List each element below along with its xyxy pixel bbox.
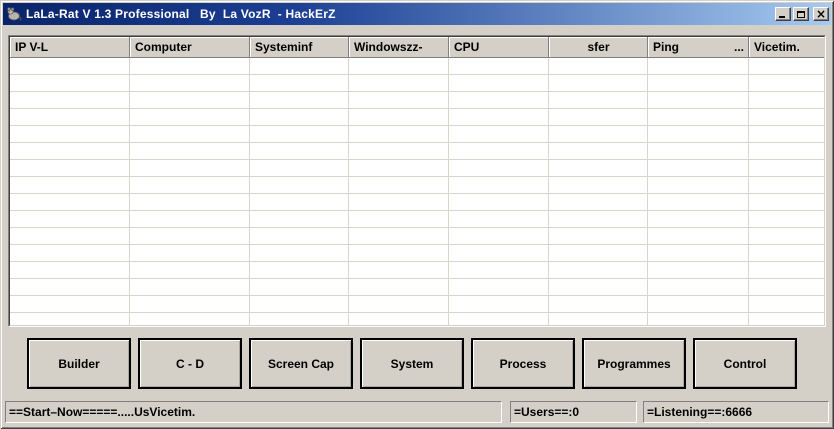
minimize-icon <box>779 16 785 18</box>
app-window: LaLa-Rat V 1.3 Professional By La VozR -… <box>0 0 834 429</box>
grid-column-line <box>648 58 749 325</box>
window-controls: × <box>775 7 829 21</box>
grid-column-lines <box>10 58 824 325</box>
minimize-button[interactable] <box>775 7 791 21</box>
titlebar[interactable]: LaLa-Rat V 1.3 Professional By La VozR -… <box>3 3 831 25</box>
column-header-sfer[interactable]: sfer <box>549 37 648 58</box>
grid-column-line <box>250 58 349 325</box>
action-button-row: Builder C - D Screen Cap System Process … <box>27 338 797 389</box>
process-button[interactable]: Process <box>471 338 575 389</box>
grid-column-line <box>749 58 824 325</box>
grid-column-line <box>10 58 130 325</box>
column-header-windows[interactable]: Windowszz- <box>349 37 449 58</box>
builder-button[interactable]: Builder <box>27 338 131 389</box>
status-panel-users: =Users==:0 <box>510 401 637 423</box>
c-d-button[interactable]: C - D <box>138 338 242 389</box>
grid-column-line <box>449 58 549 325</box>
maximize-button[interactable] <box>793 7 809 21</box>
column-header-cpu[interactable]: CPU <box>449 37 549 58</box>
column-header-ip[interactable]: IP V-L <box>10 37 130 58</box>
client-list-header: IP V-L Computer Systeminf Windowszz- CPU… <box>10 37 824 58</box>
ping-overflow-indicator: ... <box>734 40 744 54</box>
client-list: IP V-L Computer Systeminf Windowszz- CPU… <box>8 35 826 327</box>
column-header-systeminf[interactable]: Systeminf <box>250 37 349 58</box>
close-icon: × <box>816 9 826 19</box>
app-icon <box>6 6 22 22</box>
status-panel-listening: =Listening==:6666 <box>643 401 829 423</box>
control-button[interactable]: Control <box>693 338 797 389</box>
programmes-button[interactable]: Programmes <box>582 338 686 389</box>
column-header-computer[interactable]: Computer <box>130 37 250 58</box>
grid-column-line <box>130 58 250 325</box>
close-button[interactable]: × <box>813 7 829 21</box>
status-panel-start: ==Start–Now=====.....UsVicetim. <box>5 401 502 423</box>
client-list-inner: IP V-L Computer Systeminf Windowszz- CPU… <box>9 36 825 326</box>
screen-cap-button[interactable]: Screen Cap <box>249 338 353 389</box>
system-button[interactable]: System <box>360 338 464 389</box>
column-header-vicetim[interactable]: Vicetim. <box>749 37 824 58</box>
maximize-icon <box>797 11 805 18</box>
grid-column-line <box>549 58 648 325</box>
window-title: LaLa-Rat V 1.3 Professional By La VozR -… <box>26 7 775 21</box>
client-list-body[interactable] <box>10 58 824 325</box>
grid-column-line <box>349 58 449 325</box>
column-header-ping[interactable]: Ping... <box>648 37 749 58</box>
